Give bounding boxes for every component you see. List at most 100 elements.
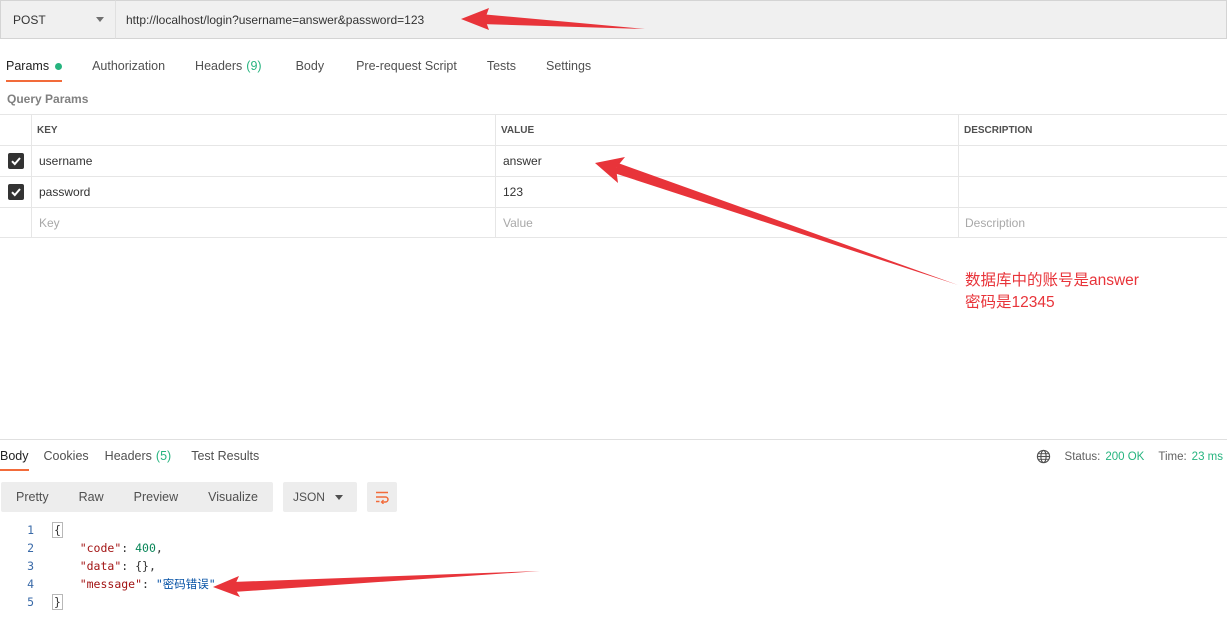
tab-label: Cookies — [43, 449, 89, 463]
checkbox-cell — [0, 146, 32, 176]
table-row-new: Key Value Description — [0, 207, 1227, 238]
json-key-code: "code" — [79, 541, 122, 555]
json-value-data: {} — [135, 559, 149, 573]
tab-label: Settings — [546, 59, 592, 73]
param-key-input[interactable]: password — [32, 177, 496, 207]
request-tabs: Params Authorization Headers (9) Body Pre… — [0, 50, 591, 82]
tab-label: Body — [295, 59, 325, 73]
pane-divider — [0, 439, 1227, 440]
status-label: Status: — [1064, 450, 1101, 463]
url-input[interactable]: http://localhost/login?username=answer&p… — [116, 0, 1227, 39]
checkbox-cell — [0, 177, 32, 207]
code-line: 4 "message": "密码错误" — [0, 575, 216, 593]
time-label: Time: — [1158, 450, 1187, 463]
tab-label: Body — [0, 449, 29, 463]
table-header-row: KEY VALUE DESCRIPTION — [0, 114, 1227, 145]
method-select[interactable]: POST — [0, 0, 116, 39]
table-row: username answer — [0, 145, 1227, 176]
line-number: 5 — [27, 595, 34, 609]
code-line: 2 "code": 400, — [0, 539, 216, 557]
new-value-input[interactable]: Value — [496, 208, 959, 237]
json-value-message: "密码错误" — [155, 577, 216, 591]
code-text: } — [52, 594, 63, 610]
checkbox-cell — [0, 208, 32, 237]
params-dot-icon — [55, 62, 63, 70]
mode-visualize[interactable]: Visualize — [193, 490, 273, 504]
status-value[interactable]: 200 OK — [1105, 451, 1144, 463]
tab-response-body[interactable]: Body — [0, 441, 29, 471]
code-text: "code": 400, — [79, 541, 163, 555]
query-params-title: Query Params — [7, 92, 89, 106]
json-key-data: "data" — [79, 559, 122, 573]
mode-raw[interactable]: Raw — [64, 490, 119, 504]
wrap-lines-button[interactable] — [366, 482, 397, 512]
header-value: VALUE — [496, 115, 959, 145]
table-row: password 123 — [0, 176, 1227, 207]
code-text: { — [52, 522, 63, 538]
tab-cookies[interactable]: Cookies — [44, 441, 89, 471]
method-label: POST — [13, 12, 46, 27]
annotation-note: 数据库中的账号是answer 密码是12345 — [965, 270, 1139, 314]
header-description: DESCRIPTION — [964, 124, 1033, 136]
line-number: 4 — [27, 577, 34, 591]
params-table: KEY VALUE DESCRIPTION username answer pa… — [0, 114, 1227, 238]
tab-label: Pre-request Script — [356, 59, 457, 73]
tab-count: (9) — [246, 59, 262, 73]
tab-params[interactable]: Params — [6, 50, 63, 82]
json-key-message: "message" — [79, 577, 143, 591]
tab-label: Authorization — [92, 59, 166, 73]
code-text: "data": {}, — [79, 559, 156, 573]
tab-label: Headers — [104, 449, 152, 463]
tab-pre-request-script[interactable]: Pre-request Script — [356, 50, 457, 82]
response-status-bar: Status: 200 OK Time: 23 ms — [1036, 449, 1223, 464]
param-key-input[interactable]: username — [32, 146, 496, 176]
code-line: 1 { — [0, 521, 216, 539]
code-text: "message": "密码错误" — [79, 577, 216, 591]
tab-headers[interactable]: Headers (9) — [195, 50, 262, 82]
new-description-input[interactable]: Description — [959, 208, 1227, 237]
new-key-input[interactable]: Key — [32, 208, 496, 237]
line-number: 3 — [27, 559, 34, 573]
param-value-input[interactable]: answer — [496, 146, 959, 176]
response-tabs: Body Cookies Headers (5) Test Results — [0, 441, 259, 471]
url-text: http://localhost/login?username=answer&p… — [126, 12, 425, 27]
checkbox-checked-icon[interactable] — [7, 184, 24, 200]
tab-settings[interactable]: Settings — [546, 50, 591, 82]
time-value[interactable]: 23 ms — [1192, 451, 1223, 463]
code-line: 3 "data": {}, — [0, 557, 216, 575]
code-line: 5 } — [0, 593, 216, 611]
tab-response-headers[interactable]: Headers (5) — [105, 441, 172, 471]
param-description-input[interactable] — [959, 177, 1227, 207]
view-mode-segmented: Pretty Raw Preview Visualize — [1, 482, 273, 512]
open-brace: { — [52, 522, 63, 538]
tab-count: (5) — [155, 449, 172, 463]
annotation-line-1: 数据库中的账号是answer — [965, 272, 1139, 289]
globe-icon[interactable] — [1036, 449, 1051, 464]
tab-test-results[interactable]: Test Results — [191, 441, 259, 471]
tab-label: Tests — [486, 59, 516, 73]
format-select[interactable]: JSON — [282, 482, 357, 512]
line-number: 2 — [27, 541, 34, 555]
request-url-bar: POST http://localhost/login?username=ans… — [0, 0, 1227, 39]
tab-body[interactable]: Body — [296, 50, 325, 82]
param-value-input[interactable]: 123 — [496, 177, 959, 207]
wrap-lines-icon — [375, 491, 389, 504]
tab-authorization[interactable]: Authorization — [92, 50, 165, 82]
line-number: 1 — [27, 523, 34, 537]
checkbox-checked-icon[interactable] — [7, 153, 24, 169]
chevron-down-icon — [334, 495, 343, 500]
mode-pretty[interactable]: Pretty — [1, 490, 64, 504]
format-label: JSON — [292, 490, 325, 504]
response-toolbar: Pretty Raw Preview Visualize JSON — [1, 482, 397, 512]
param-description-input[interactable] — [959, 146, 1227, 176]
header-checkbox-cell — [0, 115, 32, 145]
tab-tests[interactable]: Tests — [487, 50, 516, 82]
header-key: KEY — [32, 115, 496, 145]
mode-preview[interactable]: Preview — [119, 490, 193, 504]
arrow-to-message — [213, 571, 540, 597]
response-body-code[interactable]: 1 { 2 "code": 400, 3 "data": {}, 4 "mess… — [0, 521, 216, 611]
json-value-code: 400 — [135, 541, 156, 555]
tab-label: Headers — [195, 59, 243, 73]
tab-label: Test Results — [191, 449, 260, 463]
annotation-line-2: 密码是12345 — [965, 294, 1055, 311]
